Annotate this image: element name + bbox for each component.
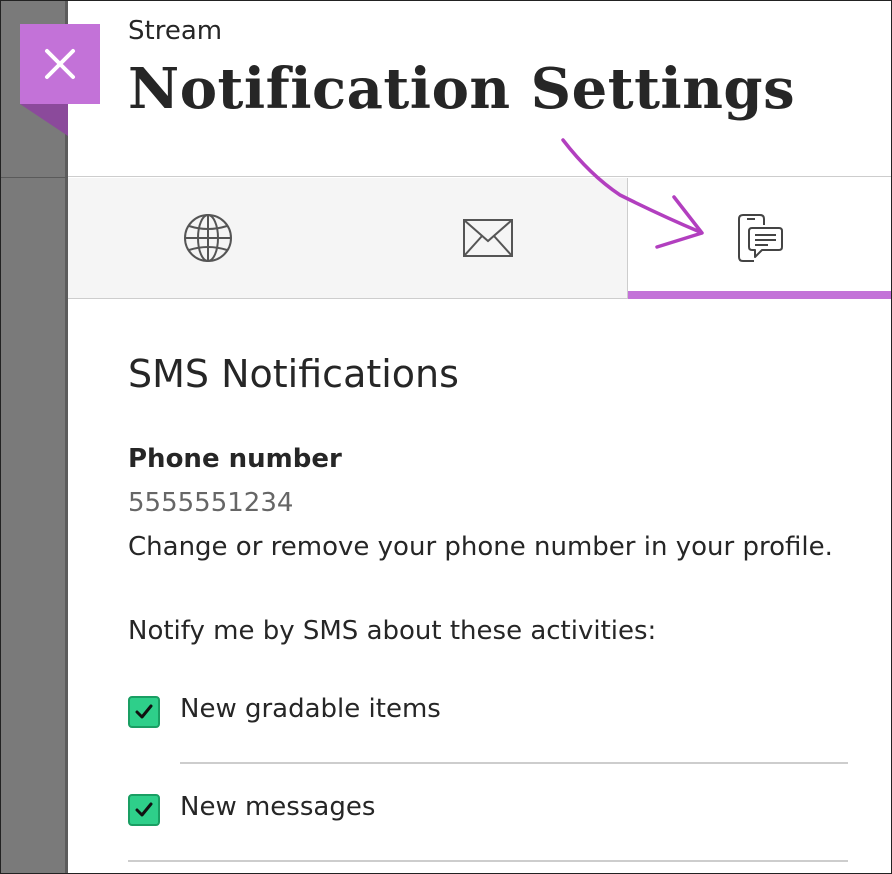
divider xyxy=(128,860,848,862)
panel-subtitle: Stream xyxy=(128,16,223,46)
panel-header: Stream Notification Settings xyxy=(68,0,892,177)
phone-number-label: Phone number xyxy=(128,444,342,474)
envelope-icon xyxy=(462,219,513,257)
phone-number-value: 5555551234 xyxy=(128,488,294,518)
notify-prompt: Notify me by SMS about these activities: xyxy=(128,616,657,646)
notification-channel-tabs xyxy=(68,178,892,299)
checkmark-icon xyxy=(135,802,153,817)
phone-help-text: Change or remove your phone number in yo… xyxy=(128,532,833,562)
section-title: SMS Notifications xyxy=(128,352,459,396)
option-new-messages[interactable]: New messages xyxy=(128,780,848,840)
option-label: New gradable items xyxy=(180,694,441,724)
rail-divider xyxy=(0,177,68,178)
globe-icon xyxy=(184,214,232,262)
checkbox-checked[interactable] xyxy=(128,696,160,728)
checkmark-icon xyxy=(135,704,153,719)
tab-sms[interactable] xyxy=(627,178,892,299)
page-title: Notification Settings xyxy=(128,56,796,122)
divider xyxy=(180,762,848,764)
checkbox-checked[interactable] xyxy=(128,794,160,826)
tab-web[interactable] xyxy=(68,178,348,298)
option-label: New messages xyxy=(180,792,376,822)
notification-settings-panel: Stream Notification Settings SMS Notific… xyxy=(68,0,892,874)
option-new-gradable-items[interactable]: New gradable items xyxy=(128,682,848,742)
close-x-icon xyxy=(45,49,75,79)
close-button[interactable] xyxy=(20,24,100,104)
phone-message-icon xyxy=(738,213,783,262)
tab-email[interactable] xyxy=(348,178,627,298)
active-tab-indicator xyxy=(628,291,892,299)
close-tab-fold xyxy=(20,104,68,136)
